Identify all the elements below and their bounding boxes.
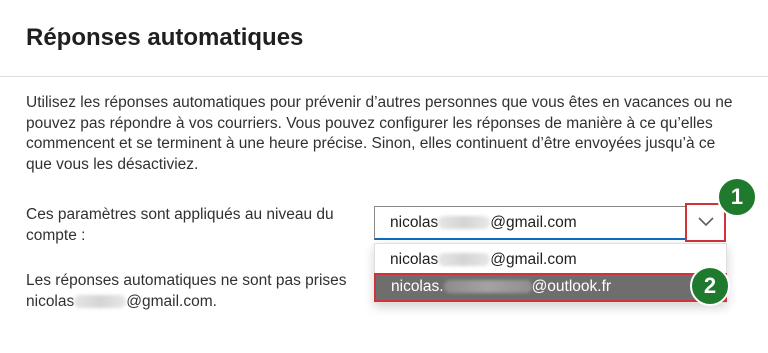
step-badge-1: 1: [717, 177, 757, 217]
chevron-down-icon: [698, 217, 714, 227]
account-option-outlook[interactable]: nicolas. @outlook.fr: [374, 273, 727, 302]
redacted-text: [443, 280, 532, 294]
redacted-text: [438, 253, 491, 267]
account-option-gmail[interactable]: nicolas @gmail.com: [375, 246, 726, 274]
account-select-value: nicolas @gmail.com: [390, 214, 577, 231]
redacted-text: [438, 216, 491, 230]
redacted-text: [74, 294, 127, 308]
page-title: Réponses automatiques: [26, 24, 304, 51]
dropdown-toggle-button[interactable]: [685, 203, 726, 242]
description-text: Utilisez les réponses automatiques pour …: [26, 94, 733, 173]
page-header: Réponses automatiques: [0, 0, 768, 77]
note-text: Les réponses automatiques ne sont pas pr…: [26, 272, 347, 310]
step-badge-2: 2: [690, 266, 730, 306]
account-scope-label: Ces paramètres sont appliqués au niveau …: [26, 206, 334, 244]
account-dropdown-list: nicolas @gmail.com nicolas. @outlook.fr: [374, 243, 727, 303]
account-select[interactable]: nicolas @gmail.com: [374, 206, 725, 240]
